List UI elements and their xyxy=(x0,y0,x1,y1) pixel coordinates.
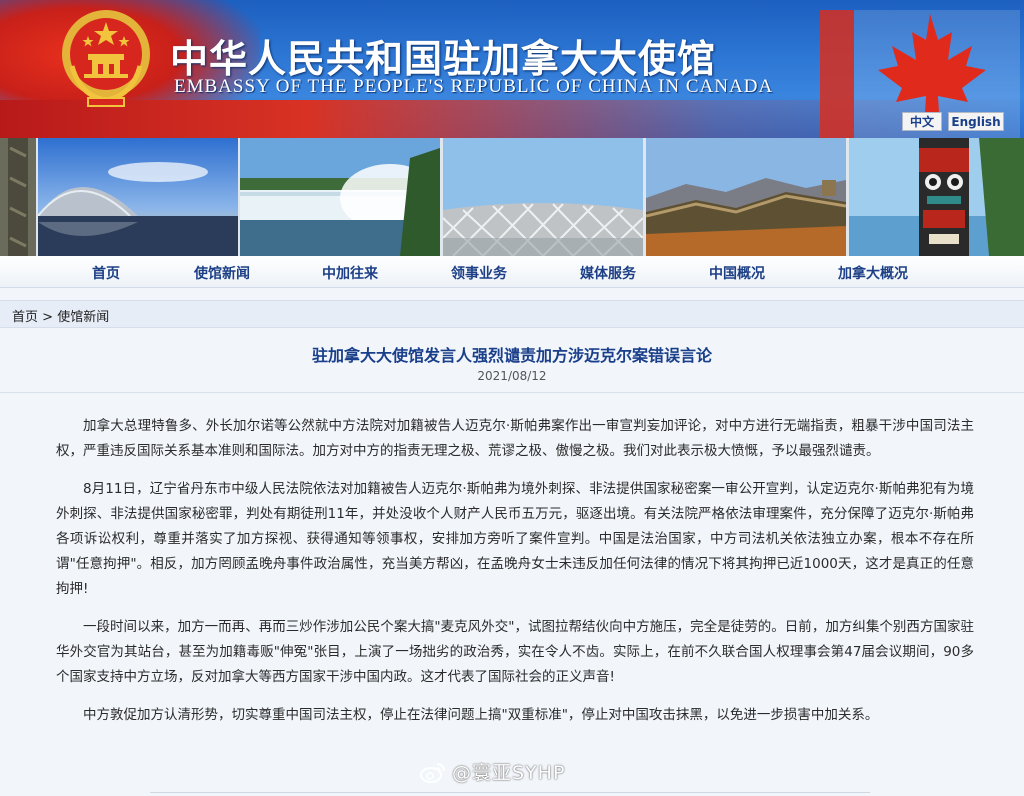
footer-divider xyxy=(150,792,870,793)
breadcrumb-bar: 首页 > 使馆新闻 xyxy=(0,300,1024,328)
nav-item-media-services[interactable]: 媒体服务 xyxy=(580,263,636,283)
article-paragraph: 中方敦促加方认清形势，切实尊重中国司法主权，停止在法律问题上搞"双重标准"，停止… xyxy=(83,707,879,723)
language-english-button[interactable]: English xyxy=(948,112,1004,131)
breadcrumb-home-link[interactable]: 首页 xyxy=(12,310,38,325)
photo-totem-pole xyxy=(849,138,1024,256)
article-divider xyxy=(0,392,1024,393)
site-title-chinese: 中华人民共和国驻加拿大大使馆 xyxy=(170,36,717,81)
national-emblem-icon xyxy=(62,10,150,107)
article-title: 驻加拿大大使馆发言人强烈谴责加方涉迈克尔案错误言论 xyxy=(311,346,712,365)
nav-item-china-canada-relations[interactable]: 中加往来 xyxy=(322,263,378,283)
photo-birds-nest-stadium xyxy=(443,138,643,256)
language-chinese-button[interactable]: 中文 xyxy=(902,112,942,131)
breadcrumb-current-link[interactable]: 使馆新闻 xyxy=(57,310,109,325)
watermark: @寰亚SYHP xyxy=(420,758,565,785)
nav-item-consular-affairs[interactable]: 领事业务 xyxy=(451,263,507,283)
article-paragraph: 加拿大总理特鲁多、外长加尔诺等公然就中方法院对加籍被告人迈克尔·斯帕弗案作出一审… xyxy=(56,418,974,459)
photo-strip xyxy=(0,138,1024,256)
main-navigation: 首页 使馆新闻 中加往来 领事业务 媒体服务 中国概况 加拿大概况 xyxy=(0,256,1024,288)
article-body: 加拿大总理特鲁多、外长加尔诺等公然就中方法院对加籍被告人迈克尔·斯帕弗案作出一审… xyxy=(56,414,974,741)
photo-tree-edge xyxy=(0,138,36,256)
article-paragraph: 一段时间以来，加方一而再、再而三炒作涉加公民个案大搞"麦克风外交"，试图拉帮结伙… xyxy=(56,619,974,685)
article-paragraph: 8月11日，辽宁省丹东市中级人民法院依法对加籍被告人迈克尔·斯帕弗为境外刺探、非… xyxy=(56,481,974,597)
weibo-icon xyxy=(420,762,445,783)
photo-great-wall xyxy=(646,138,846,256)
nav-item-about-canada[interactable]: 加拿大概况 xyxy=(838,263,908,283)
nav-item-about-china[interactable]: 中国概况 xyxy=(709,263,765,283)
breadcrumb-separator: > xyxy=(38,310,58,325)
watermark-text: @寰亚SYHP xyxy=(452,762,566,784)
breadcrumb: 首页 > 使馆新闻 xyxy=(12,306,109,325)
nav-item-home[interactable]: 首页 xyxy=(92,263,120,283)
site-title-english: EMBASSY OF THE PEOPLE'S REPUBLIC OF CHIN… xyxy=(174,76,774,97)
photo-niagara-falls xyxy=(240,138,440,256)
site-banner: 中华人民共和国驻加拿大大使馆 EMBASSY OF THE PEOPLE'S R… xyxy=(0,0,1024,138)
article-date: 2021/08/12 xyxy=(477,369,547,383)
nav-item-embassy-news[interactable]: 使馆新闻 xyxy=(194,263,250,283)
photo-performing-arts-center xyxy=(38,138,238,256)
